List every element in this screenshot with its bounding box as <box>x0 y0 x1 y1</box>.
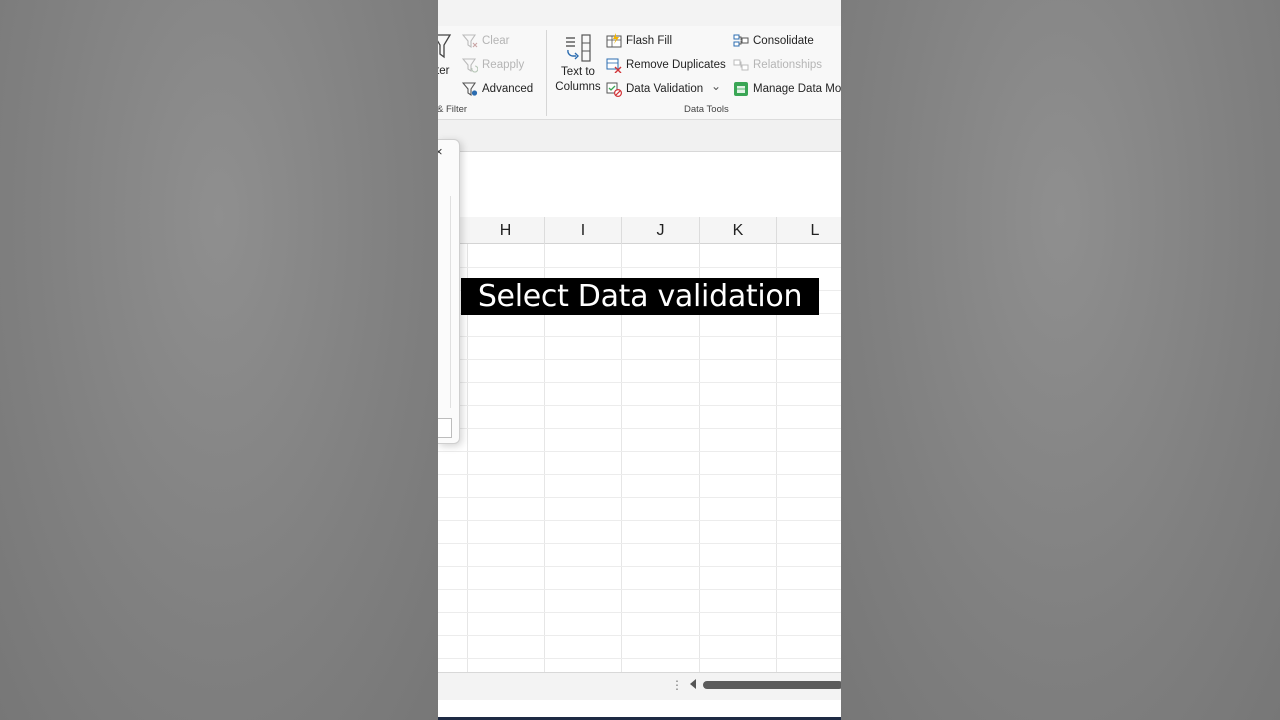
gridline <box>438 658 841 659</box>
manage-data-model-icon <box>734 82 748 96</box>
gridline <box>438 589 841 590</box>
text-to-columns-label-2: Columns <box>555 81 601 93</box>
text-to-columns-icon <box>566 34 591 62</box>
gridline <box>438 566 841 567</box>
gridline <box>438 405 841 406</box>
more-options-icon[interactable]: ⋮ <box>671 678 683 692</box>
caption-overlay: Select Data validation <box>461 278 819 315</box>
reapply-button[interactable]: Reapply <box>462 57 524 73</box>
gridline <box>438 267 841 268</box>
consolidate-label: Consolidate <box>753 35 814 47</box>
column-header-J[interactable]: J <box>622 217 700 244</box>
remove-duplicates-icon <box>606 58 622 73</box>
gridline <box>438 428 841 429</box>
remove-duplicates-button[interactable]: Remove Duplicates <box>606 57 726 73</box>
ribbon: ter Clear Reapply Advanced & Filter <box>438 26 841 120</box>
column-header-H[interactable]: H <box>467 217 545 244</box>
dialog-panel: × <box>438 139 460 444</box>
status-bar <box>438 700 841 720</box>
excel-window: ter Clear Reapply Advanced & Filter <box>438 0 841 720</box>
column-header-I[interactable]: I <box>545 217 622 244</box>
manage-data-model-button[interactable]: Manage Data Moc <box>733 81 841 97</box>
clear-filter-icon <box>462 34 478 49</box>
relationships-label: Relationships <box>753 59 823 71</box>
advanced-label: Advanced <box>482 83 534 95</box>
column-header-K[interactable]: K <box>700 217 777 244</box>
filter-icon <box>438 34 452 59</box>
sheet-scrollbar-bar: ⋮ <box>438 672 841 700</box>
scroll-left-icon[interactable] <box>690 679 696 689</box>
dialog-content-frame <box>438 196 451 408</box>
remove-duplicates-label: Remove Duplicates <box>626 59 726 71</box>
consolidate-button[interactable]: Consolidate <box>733 33 814 49</box>
gridline <box>438 497 841 498</box>
data-validation-dropdown[interactable]: ⌄ <box>711 79 721 93</box>
background-right <box>841 0 1280 720</box>
data-tools-group-label: Data Tools <box>684 104 729 115</box>
close-icon[interactable]: × <box>438 144 443 159</box>
data-validation-label: Data Validation <box>626 83 704 95</box>
advanced-filter-icon <box>462 82 478 97</box>
data-validation-icon <box>606 82 622 97</box>
text-to-columns-label-1: Text to <box>561 66 595 78</box>
background-left <box>0 0 438 720</box>
group-separator <box>546 30 547 116</box>
dialog-button[interactable] <box>438 418 452 438</box>
gridline <box>438 382 841 383</box>
consolidate-icon <box>733 34 749 47</box>
gridline <box>438 451 841 452</box>
horizontal-scrollbar[interactable] <box>703 681 841 689</box>
gridline <box>438 336 841 337</box>
sort-filter-group-label: & Filter <box>438 104 468 115</box>
advanced-button[interactable]: Advanced <box>462 81 533 97</box>
text-to-columns-button[interactable]: Text to Columns <box>553 32 603 96</box>
column-header-L[interactable]: L <box>777 217 841 244</box>
column-header-row: H I J K L <box>438 217 841 244</box>
relationships-button[interactable]: Relationships <box>733 57 822 73</box>
clear-label: Clear <box>482 35 510 47</box>
gridline <box>438 359 841 360</box>
reapply-icon <box>462 58 478 73</box>
ribbon-tab-strip <box>438 0 841 26</box>
gridline <box>438 520 841 521</box>
data-validation-button[interactable]: Data Validation <box>606 81 703 97</box>
reapply-label: Reapply <box>482 59 525 71</box>
flash-fill-icon <box>606 33 622 48</box>
relationships-icon <box>733 59 749 71</box>
gridline <box>438 543 841 544</box>
gridline <box>438 612 841 613</box>
gridline <box>438 635 841 636</box>
filter-button[interactable]: ter <box>438 65 449 77</box>
filter-label: ter <box>438 65 450 77</box>
manage-data-model-label: Manage Data Moc <box>753 83 841 95</box>
formula-bar-area <box>438 120 841 152</box>
flash-fill-label: Flash Fill <box>626 35 673 47</box>
clear-button[interactable]: Clear <box>462 33 509 49</box>
flash-fill-button[interactable]: Flash Fill <box>606 33 672 49</box>
gridline <box>438 474 841 475</box>
chevron-down-icon: ⌄ <box>711 79 722 93</box>
